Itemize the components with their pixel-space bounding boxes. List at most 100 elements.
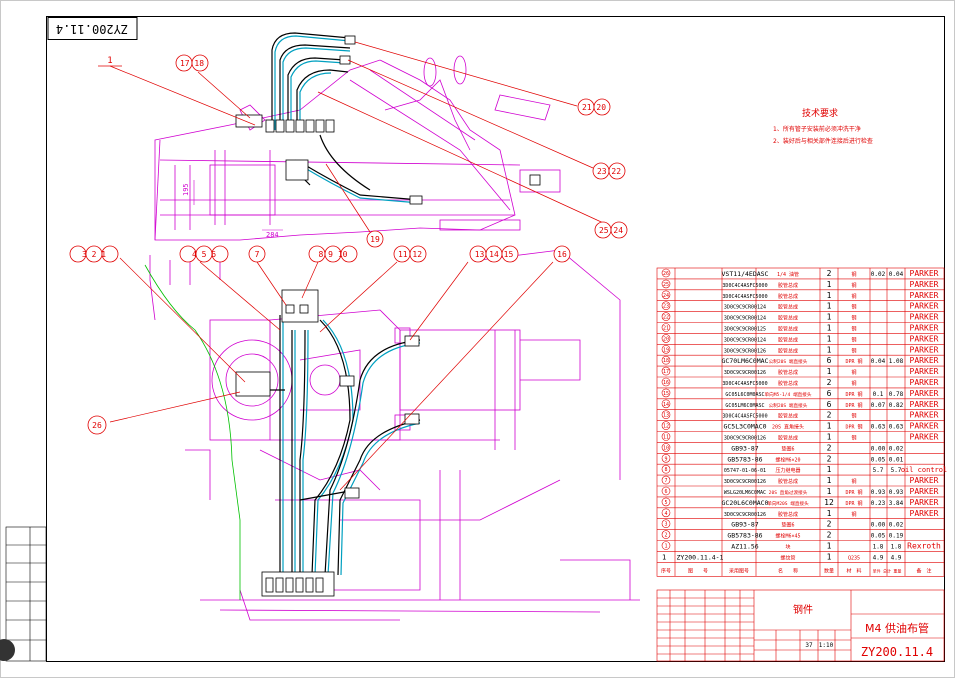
bom-row-qty: 1 — [827, 291, 832, 300]
bom-row-note: PARKER — [910, 422, 939, 431]
bom-row-material: DPR 钢 — [845, 391, 862, 398]
bom-row-no: 9 — [664, 456, 667, 462]
bom-row-material: 钢 — [851, 326, 856, 333]
bom-row-name: 螺纹管 — [780, 554, 795, 561]
bom-row-code: 3D0C9C9CR00126 — [724, 512, 766, 518]
bom-row-no: 4 — [664, 511, 667, 517]
bom-row-weight-total: 0.82 — [889, 402, 904, 409]
bom-row-qty: 1 — [827, 542, 832, 551]
bom-row-qty: 1 — [827, 487, 832, 496]
bom-row-code: 3D0C9C9CR00126 — [724, 370, 766, 376]
bom-row-material: 钢 — [851, 336, 856, 343]
bom-row-note: PARKER — [910, 400, 939, 409]
bom-row-no: 16 — [663, 380, 669, 386]
callout-16: 16 — [557, 250, 567, 259]
callout-11-12: 11 12 — [398, 250, 422, 259]
bom-row-weight-total: 0.93 — [889, 489, 904, 496]
callout-23-22: 23 22 — [597, 167, 621, 176]
bom-row-name: 单向M20S 端直接头 — [767, 500, 809, 507]
bom-row-material: Q235 — [848, 555, 860, 561]
bom-row-no: 7 — [664, 478, 667, 484]
bom-row-code: GC70LM6C0MAC — [722, 357, 769, 365]
bom-row-qty: 2 — [827, 443, 832, 452]
bom-row-note: PARKER — [910, 476, 939, 485]
bom-row-name: 单向M5-1/4 端直接头 — [765, 391, 812, 398]
bom-row-no: 10 — [663, 445, 669, 451]
bom-row-name: 公制20S 端直接头 — [769, 402, 808, 409]
bom-row-material: 钢 — [851, 413, 856, 420]
bom-row-no: 24 — [663, 293, 669, 299]
bom-row-code: VST11/4EDASC — [722, 270, 769, 278]
bom-row-code: 3D0C9C9CR00125 — [724, 327, 766, 333]
bom-row-code: WSLG20LM6C0MAC — [724, 490, 766, 496]
bom-row-note: PARKER — [910, 356, 939, 365]
bom-row-note: PARKER — [910, 487, 939, 496]
tech-req-line-1: 1、所有管子安装前必须冲洗干净 — [773, 125, 861, 133]
bom-header-material: 材 料 — [846, 567, 861, 574]
drawing-canvas: ZY200.11.4 284 195 1 17 18 21 20 23 22 2… — [0, 0, 955, 678]
bom-row-qty: 1 — [827, 334, 832, 343]
bom-row-weight-single: 0.04 — [871, 358, 886, 365]
bom-row-name: 螺栓M6×20 — [775, 456, 800, 463]
bom-row-name: 胶管总成 — [778, 347, 798, 354]
bom-row-name: 胶管总成 — [778, 315, 798, 322]
bom-row-name: 胶管总成 — [778, 282, 798, 289]
bom-row-qty: 12 — [824, 498, 834, 507]
bom-row-weight-single: 5.7 — [873, 467, 884, 474]
bom-row-code: 3D0C9C9CR00126 — [724, 348, 766, 354]
bom-row-no: 8 — [664, 467, 667, 473]
bom-row-material: DPR 钢 — [845, 402, 862, 409]
bom-row-weight-total: 0.19 — [889, 533, 904, 540]
bom-row-code: GC05L6C0M0ASC — [725, 392, 764, 398]
callout-1-top: 1 — [107, 56, 112, 66]
bom-row-weight-single: 0.23 — [871, 500, 886, 507]
bom-row-name: 胶管总成 — [778, 413, 798, 420]
bom-row-qty: 1 — [827, 324, 832, 333]
bom-row-material: 钢 — [851, 293, 856, 300]
bom-row-name: 胶管总成 — [778, 380, 798, 387]
bom-row-name: 垫圈6 — [781, 445, 794, 452]
bom-row-name: 压力继电器 — [775, 467, 800, 474]
bom-row-material: 钢 — [851, 435, 856, 442]
bom-row-weight-total: 1.8 — [891, 544, 902, 551]
title-material: 钢件 — [793, 603, 813, 616]
bom-row-weight-total: 0.04 — [889, 271, 904, 278]
bom-row-note: PARKER — [910, 302, 939, 311]
bom-row-material: 钢 — [851, 380, 856, 387]
callout-19: 19 — [370, 235, 380, 244]
bom-row-qty: 6 — [827, 356, 832, 365]
bom-row-weight-total: 0.63 — [889, 424, 904, 431]
bom-row-note: PARKER — [910, 411, 939, 420]
bom-row-name: 20S 直角过渡接头 — [769, 489, 808, 496]
bom-row-code: 3D0C9C9CR00124 — [724, 305, 766, 311]
bom-row-name: 公制20S 端直接头 — [769, 358, 808, 365]
bom-header-qty: 数量 — [824, 567, 834, 574]
bom-row-code: 3D0C9C9CR00124 — [724, 337, 766, 343]
bom-row-note: PARKER — [910, 269, 939, 278]
bom-row-qty: 2 — [827, 378, 832, 387]
bom-row-note: oil control — [901, 466, 947, 474]
bom-row-note: PARKER — [910, 498, 939, 507]
bom-row-qty: 1 — [827, 476, 832, 485]
bom-row-note: PARKER — [910, 367, 939, 376]
tech-req-line-2: 2、装好后与相关部件连接后进行检查 — [773, 137, 873, 145]
bom-row-note: PARKER — [910, 509, 939, 518]
bom-row-qty: 1 — [827, 465, 832, 474]
bom-row-material: 钢 — [851, 478, 856, 485]
bom-row-note: Rexroth — [907, 542, 941, 551]
bom-row-weight-single: 4.9 — [873, 554, 884, 561]
bom-row-weight-single: 0.05 — [871, 456, 886, 463]
bom-row-material: DPR 钢 — [845, 500, 862, 507]
bom-row-code: 3D0C4C4ASFC5000 — [722, 414, 767, 420]
bom-row-weight-single: 0.63 — [871, 424, 886, 431]
bom-row-code: GB5783-86 — [727, 532, 762, 540]
bom-row-material: DPR 钢 — [845, 489, 862, 496]
bom-row-code: 3D0C4C4ASFC5000 — [722, 294, 767, 300]
bom-row-code: GB93-87 — [731, 521, 758, 529]
bom-row-qty: 1 — [827, 302, 832, 311]
dimension-284: 284 — [266, 231, 279, 239]
bom-row-material: DPR 钢 — [845, 424, 862, 431]
bom-row-note: PARKER — [910, 280, 939, 289]
bom-row-qty: 1 — [827, 509, 832, 518]
bom-row-no: 2 — [664, 533, 667, 539]
